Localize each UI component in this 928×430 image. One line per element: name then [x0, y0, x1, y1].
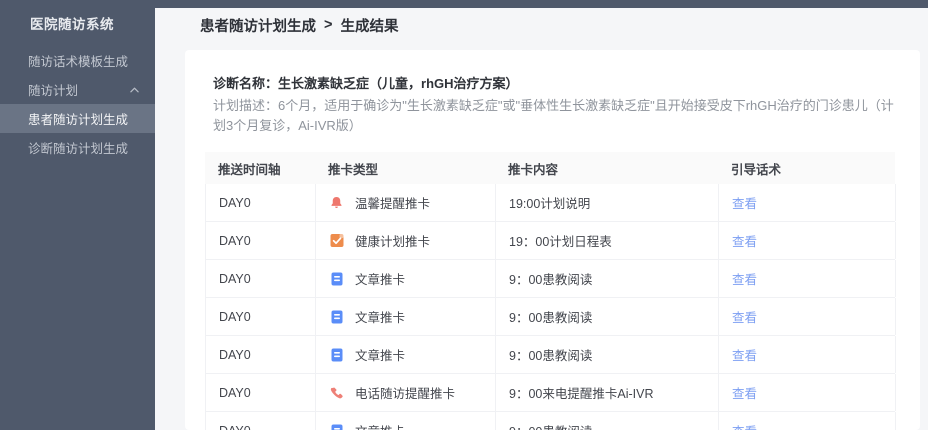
cell-action: 查看: [719, 412, 896, 430]
cell-action: 查看: [719, 260, 896, 297]
bell-icon: [329, 195, 344, 211]
cell-card-type: 电话随访提醒推卡: [316, 374, 496, 411]
article-icon: [329, 271, 344, 287]
sidebar-item-label: 诊断随访计划生成: [28, 142, 129, 156]
diagnosis-name: 诊断名称：生长激素缺乏症（儿童，rhGH治疗方案）: [213, 74, 900, 94]
header-push-timeline: 推送时间轴: [218, 162, 281, 177]
table-row: DAY0 文章推卡 9：00患教阅读查看: [205, 412, 896, 430]
cell-card-content: 9：00来电提醒推卡Ai-IVR: [496, 374, 719, 411]
cell-card-type: 文章推卡: [316, 412, 496, 430]
table-row: DAY0 文章推卡 9：00患教阅读查看: [205, 336, 896, 374]
cell-action: 查看: [719, 184, 896, 221]
cell-card-type: 健康计划推卡: [316, 222, 496, 259]
cell-action: 查看: [719, 374, 896, 411]
cell-day: DAY0: [206, 374, 316, 411]
cell-card-content: 9：00患教阅读: [496, 298, 719, 335]
view-link[interactable]: 查看: [732, 269, 757, 288]
health-plan-icon: [329, 233, 344, 249]
push-card-table: 推送时间轴 推卡类型 推卡内容 引导话术 DAY0 温馨提醒推卡 19:00计划说明…: [205, 152, 896, 430]
description-value: 6个月，适用于确诊为"生长激素缺乏症"或"垂体性生长激素缺乏症"且开始接受皮下r…: [213, 98, 894, 133]
cell-action: 查看: [719, 222, 896, 259]
breadcrumb: 患者随访计划生成 > 生成结果: [155, 8, 928, 42]
card-type-label: 温馨提醒推卡: [355, 197, 431, 211]
card-type-label: 文章推卡: [355, 311, 406, 325]
view-link[interactable]: 查看: [732, 231, 757, 250]
sidebar-item-label: 随访计划: [28, 84, 79, 98]
table-header-row: 推送时间轴 推卡类型 推卡内容 引导话术: [205, 152, 895, 184]
table-row: DAY0 文章推卡 9：00患教阅读查看: [205, 260, 896, 298]
card-type-label: 健康计划推卡: [355, 235, 431, 249]
view-link[interactable]: 查看: [732, 383, 757, 402]
cell-day: DAY0: [206, 298, 316, 335]
main-area: 患者随访计划生成 > 生成结果 诊断名称：生长激素缺乏症（儿童，rhGH治疗方案…: [155, 0, 928, 430]
card-type-label: 文章推卡: [355, 273, 406, 287]
article-icon: [329, 423, 344, 430]
cell-card-type: 文章推卡: [316, 260, 496, 297]
breadcrumb-current: 生成结果: [340, 18, 399, 35]
diagnosis-label: 诊断名称：: [213, 76, 279, 91]
result-card: 诊断名称：生长激素缺乏症（儿童，rhGH治疗方案） 计划描述：6个月，适用于确诊…: [185, 50, 920, 430]
sidebar: 医院随访系统 随访话术模板生成 随访计划患者随访计划生成 诊断随访计划生成: [0, 0, 155, 430]
cell-day: DAY0: [206, 412, 316, 430]
sidebar-item-label: 随访话术模板生成: [28, 55, 129, 69]
view-link[interactable]: 查看: [732, 193, 757, 212]
description-label: 计划描述：: [213, 98, 279, 113]
sidebar-nav: 随访话术模板生成 随访计划患者随访计划生成 诊断随访计划生成: [0, 46, 155, 162]
article-icon: [329, 309, 344, 325]
chevron-up-icon: [130, 87, 139, 93]
table-row: DAY0 温馨提醒推卡 19:00计划说明 查看: [205, 184, 896, 222]
sidebar-item-label: 患者随访计划生成: [28, 113, 129, 127]
cell-day: DAY0: [206, 222, 316, 259]
cell-card-content: 9：00患教阅读: [496, 336, 719, 373]
breadcrumb-parent[interactable]: 患者随访计划生成: [200, 15, 316, 36]
cell-card-type: 文章推卡: [316, 336, 496, 373]
header-guide-script: 引导话术: [731, 162, 782, 177]
cell-action: 查看: [719, 336, 896, 373]
sidebar-item-1[interactable]: 随访计划: [0, 75, 155, 104]
header-card-type: 推卡类型: [328, 162, 379, 177]
cell-card-content: 19:00计划说明: [496, 184, 719, 221]
sidebar-item-3[interactable]: 诊断随访计划生成: [0, 133, 155, 162]
diagnosis-value: 生长激素缺乏症（儿童，rhGH治疗方案）: [278, 76, 519, 91]
table-row: DAY0 健康计划推卡 19：00计划日程表 查看: [205, 222, 896, 260]
cell-day: DAY0: [206, 260, 316, 297]
app-title: 医院随访系统: [30, 17, 114, 32]
cell-action: 查看: [719, 298, 896, 335]
cell-card-type: 文章推卡: [316, 298, 496, 335]
cell-card-content: 9：00患教阅读: [496, 260, 719, 297]
plan-description: 计划描述：6个月，适用于确诊为"生长激素缺乏症"或"垂体性生长激素缺乏症"且开始…: [213, 96, 900, 136]
sidebar-item-2-active[interactable]: 患者随访计划生成: [0, 104, 155, 133]
phone-icon: [329, 385, 344, 401]
breadcrumb-separator: >: [324, 17, 333, 33]
table-row: DAY0 文章推卡 9：00患教阅读查看: [205, 298, 896, 336]
cell-card-content: 9：00患教阅读: [496, 412, 719, 430]
cell-day: DAY0: [206, 336, 316, 373]
header-card-content: 推卡内容: [508, 162, 559, 177]
card-type-label: 电话随访提醒推卡: [355, 387, 456, 401]
view-link[interactable]: 查看: [732, 345, 757, 364]
cell-card-content: 19：00计划日程表: [496, 222, 719, 259]
plan-summary: 诊断名称：生长激素缺乏症（儿童，rhGH治疗方案） 计划描述：6个月，适用于确诊…: [205, 74, 900, 136]
cell-card-type: 温馨提醒推卡: [316, 184, 496, 221]
table-body: DAY0 温馨提醒推卡 19:00计划说明 查看 DAY0 健康计划推卡 19：00计划日程…: [205, 184, 896, 430]
cell-day: DAY0: [206, 184, 316, 221]
sidebar-item-0[interactable]: 随访话术模板生成: [0, 46, 155, 75]
card-type-label: 文章推卡: [355, 421, 405, 430]
table-row: DAY0 电话随访提醒推卡 9：00来电提醒推卡Ai-IVR 查看: [205, 374, 896, 412]
article-icon: [329, 347, 344, 363]
view-link[interactable]: 查看: [732, 307, 757, 326]
view-link[interactable]: 查看: [732, 421, 757, 430]
card-type-label: 文章推卡: [355, 349, 406, 363]
